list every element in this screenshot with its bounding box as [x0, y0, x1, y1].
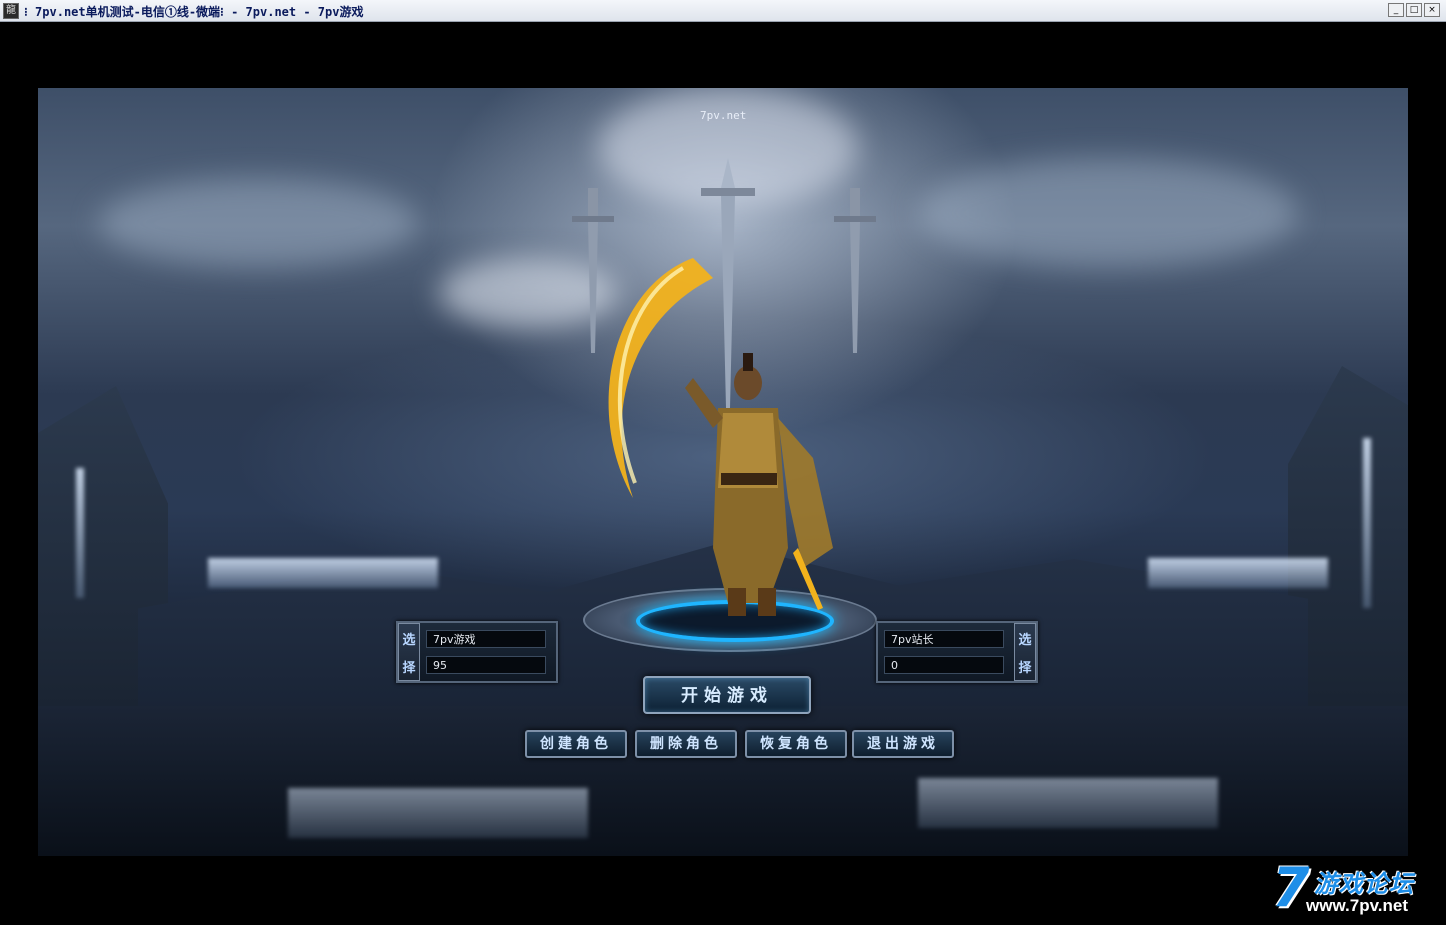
maximize-button[interactable]: □ [1406, 3, 1422, 17]
restore-character-button[interactable]: 恢复角色 [745, 730, 847, 758]
character-name-left: 7pv游戏 [426, 630, 546, 648]
exit-game-button[interactable]: 退出游戏 [852, 730, 954, 758]
character-slot-right[interactable]: 7pv站长 0 选 择 [876, 621, 1038, 683]
start-game-button[interactable]: 开始游戏 [643, 676, 811, 714]
select-label-left[interactable]: 选 择 [398, 623, 420, 681]
character-slot-left[interactable]: 选 择 7pv游戏 95 [396, 621, 558, 683]
select-char: 选 [402, 632, 416, 648]
logo-url: www.7pv.net [1306, 896, 1409, 915]
select-char: 择 [1018, 660, 1032, 676]
character-level-right: 0 [884, 656, 1004, 674]
window-controls: _ □ × [1388, 3, 1440, 17]
cloud [918, 158, 1298, 268]
giant-sword-right [834, 188, 876, 353]
app-icon[interactable]: 龍 [3, 3, 19, 19]
character-name-right: 7pv站长 [884, 630, 1004, 648]
window-title: ⁝ 7pv.net单机测试-电信①线-微端⁝ - 7pv.net - 7pv游戏 [24, 5, 364, 19]
logo-seven: 7 [1272, 856, 1310, 919]
forum-logo: 7 游戏论坛 www.7pv.net [1270, 856, 1440, 920]
waterfall [76, 468, 84, 598]
waterfall [1363, 438, 1371, 608]
window-titlebar: 龍 ⁝ 7pv.net单机测试-电信①线-微端⁝ - 7pv.net - 7pv… [0, 0, 1446, 22]
minimize-button[interactable]: _ [1388, 3, 1404, 17]
top-watermark: 7pv.net [700, 109, 747, 122]
close-button[interactable]: × [1424, 3, 1440, 17]
character-level-left: 95 [426, 656, 546, 674]
waterfall [1148, 558, 1328, 588]
logo-text: 游戏论坛 [1314, 870, 1414, 898]
selected-character[interactable] [573, 248, 833, 628]
delete-character-button[interactable]: 删除角色 [635, 730, 737, 758]
cloud [98, 178, 418, 268]
select-char: 择 [402, 660, 416, 676]
create-character-button[interactable]: 创建角色 [525, 730, 627, 758]
select-char: 选 [1018, 632, 1032, 648]
waterfall [288, 788, 588, 838]
game-scene: 7pv.net 选 择 7pv游戏 95 7pv站长 0 选 择 开始游戏 创建… [38, 88, 1408, 856]
waterfall [918, 778, 1218, 828]
select-label-right[interactable]: 选 择 [1014, 623, 1036, 681]
waterfall [208, 558, 438, 588]
